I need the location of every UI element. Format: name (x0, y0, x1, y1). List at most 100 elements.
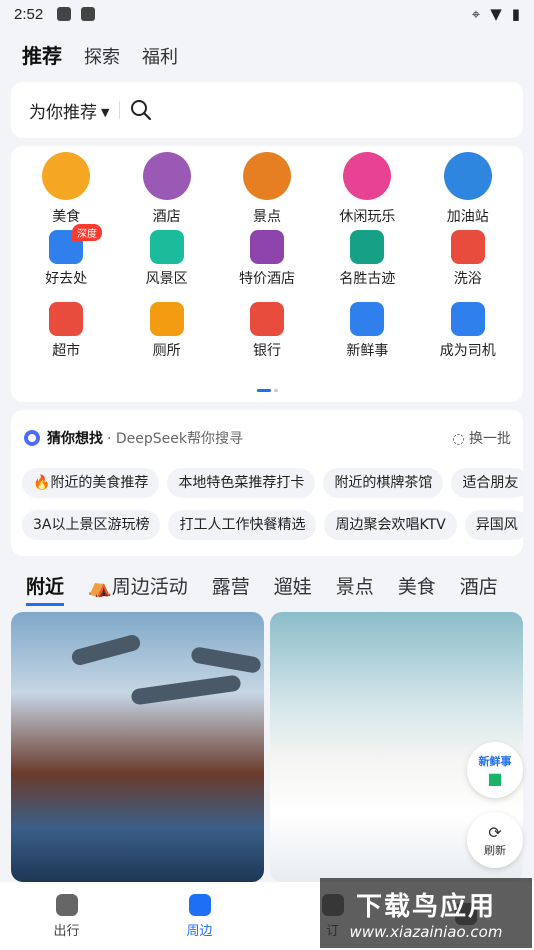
category-item[interactable]: 成为司机 (418, 302, 518, 374)
refresh-fab[interactable]: ⟳ 刷新 (467, 812, 523, 868)
scenic-icon (242, 152, 291, 200)
deepseek-whale-icon (24, 430, 40, 446)
category-label: 新鲜事 (346, 343, 389, 359)
location-icon: ⌖ (471, 5, 481, 23)
cart-icon (49, 302, 84, 336)
guess-panel: 猜你想找 · DeepSeek帮你搜寻 ◌ 换一批 🔥附近的美食推荐 本地特色菜… (11, 410, 523, 556)
category-item[interactable]: 景点 (217, 152, 317, 230)
category-label: 景点 (252, 209, 281, 225)
toilet-icon (149, 302, 184, 336)
category-item[interactable]: 风景区 (116, 230, 216, 302)
suggestion-chip[interactable]: 3A以上景区游玩榜 (22, 510, 161, 540)
tent-icon: ⛺ (88, 576, 112, 598)
search-scope-label: 为你推荐 (29, 102, 97, 123)
page-dot (274, 389, 278, 392)
category-label: 银行 (252, 343, 281, 359)
feed-tab-scenic[interactable]: 景点 (336, 572, 374, 606)
news-fab[interactable]: 新鲜事 ■ (467, 742, 523, 798)
mountain-icon (149, 230, 184, 264)
search-scope-dropdown[interactable]: 为你推荐 ▼ (29, 98, 109, 123)
feed-tab-events-label: 周边活动 (111, 576, 188, 598)
suggestion-chip[interactable]: 本地特色菜推荐打卡 (167, 468, 316, 498)
watermark-title: 下载鸟应用 (355, 891, 496, 922)
refresh-icon: ⟳ (488, 822, 502, 842)
category-panel: 美食酒店 景点 休闲玩乐加油站深度 好去处风景区 特价酒店 名胜古迹 洗浴超市 厕所 银行 新鲜事… (11, 146, 523, 402)
category-item[interactable]: 银行 (217, 302, 317, 374)
category-item[interactable]: 特价酒店 (217, 230, 317, 302)
aircraft-image (130, 674, 242, 706)
suggestion-chip[interactable]: 打工人工作快餐精选 (168, 510, 317, 540)
feed-tab-kids[interactable]: 遛娃 (274, 572, 312, 606)
category-label: 酒店 (152, 209, 181, 225)
watermark: 下载鸟应用 www.xiazainiao.com (320, 878, 532, 948)
aircraft-image (70, 633, 142, 667)
suggestion-chip[interactable]: 周边聚会欢唱KTV (324, 510, 457, 540)
fuel-icon (443, 152, 492, 200)
category-item[interactable]: 洗浴 (418, 230, 518, 302)
feed-tab-hotel[interactable]: 酒店 (460, 572, 498, 606)
suggestion-chip[interactable]: 附近的棋牌茶馆 (323, 468, 444, 498)
nav-travel-label: 出行 (53, 923, 80, 939)
nearby-icon (188, 893, 211, 916)
category-item[interactable]: 新鲜事 (317, 302, 417, 374)
category-label: 厕所 (152, 343, 181, 359)
food-icon (42, 152, 91, 200)
suggestion-row-2: 3A以上景区游玩榜 打工人工作快餐精选 周边聚会欢唱KTV 异国风 (22, 510, 523, 540)
suggestion-chip[interactable]: 异国风 (464, 510, 523, 540)
category-label: 风景区 (145, 271, 188, 287)
nav-travel[interactable]: 出行 (0, 882, 133, 950)
refresh-batch-button[interactable]: ◌ 换一批 (452, 428, 511, 448)
category-label: 超市 (52, 343, 81, 359)
pagoda-icon (350, 230, 385, 264)
wifi-icon: ▼ (490, 5, 502, 23)
news-fab-label: 新鲜事 (478, 754, 512, 768)
tab-welfare[interactable]: 福利 (142, 43, 178, 69)
nav-nearby[interactable]: 周边 (133, 882, 266, 950)
card-icon (249, 302, 284, 336)
refresh-batch-label: 换一批 (469, 431, 511, 447)
category-item[interactable]: 名胜古迹 (317, 230, 417, 302)
camera-icon: ■ (487, 768, 503, 788)
feed-tab-nearby[interactable]: 附近 (26, 572, 65, 606)
suggestion-chip[interactable]: 🔥附近的美食推荐 (22, 468, 160, 498)
driver-icon (450, 302, 485, 336)
search-bar[interactable]: 为你推荐 ▼ (11, 82, 523, 138)
feed-tab-food[interactable]: 美食 (398, 572, 436, 606)
top-tabs: 推荐 探索 福利 (22, 40, 178, 69)
feed-tab-events[interactable]: ⛺周边活动 (88, 572, 188, 606)
refresh-fab-label: 刷新 (484, 843, 506, 857)
watermark-url: www.xiazainiao.com (349, 922, 503, 941)
guess-subtitle: · DeepSeek帮你搜寻 (107, 431, 244, 447)
aircraft-image (190, 646, 262, 674)
refresh-icon: ◌ (452, 431, 469, 447)
tab-explore[interactable]: 探索 (84, 43, 120, 69)
nav-nearby-label: 周边 (186, 923, 213, 939)
battery-icon: ▮ (511, 5, 520, 23)
suggestion-chip[interactable]: 适合朋友 (451, 468, 523, 498)
tab-recommend[interactable]: 推荐 (22, 40, 62, 69)
category-label: 名胜古迹 (339, 271, 396, 287)
fire-icon: 🔥 (33, 475, 51, 491)
category-item[interactable]: 休闲玩乐 (317, 152, 417, 230)
camera-icon (350, 302, 385, 336)
page-dot-active (257, 389, 271, 392)
category-label: 特价酒店 (238, 271, 295, 287)
category-badge: 深度 (72, 224, 102, 241)
map-icon (81, 7, 96, 21)
search-divider (119, 101, 121, 119)
category-label: 加油站 (446, 209, 489, 225)
search-icon[interactable] (130, 99, 152, 121)
feed-tab-camping[interactable]: 露营 (212, 572, 250, 606)
category-item[interactable]: 美食 (16, 152, 116, 230)
category-item[interactable]: 厕所 (116, 302, 216, 374)
category-item[interactable]: 超市 (16, 302, 116, 374)
feed-card-museum[interactable] (11, 612, 264, 882)
building-icon (249, 230, 284, 264)
suggestion-row-1: 🔥附近的美食推荐 本地特色菜推荐打卡 附近的棋牌茶馆 适合朋友 (22, 468, 523, 498)
category-item[interactable]: 加油站 (418, 152, 518, 230)
category-item[interactable]: 酒店 (116, 152, 216, 230)
page-indicator (257, 389, 278, 392)
feed-tabs: 附近 ⛺周边活动 露营 遛娃 景点 美食 酒店 (26, 572, 498, 606)
hotel-icon (142, 152, 191, 200)
category-item[interactable]: 深度 好去处 (16, 224, 116, 302)
